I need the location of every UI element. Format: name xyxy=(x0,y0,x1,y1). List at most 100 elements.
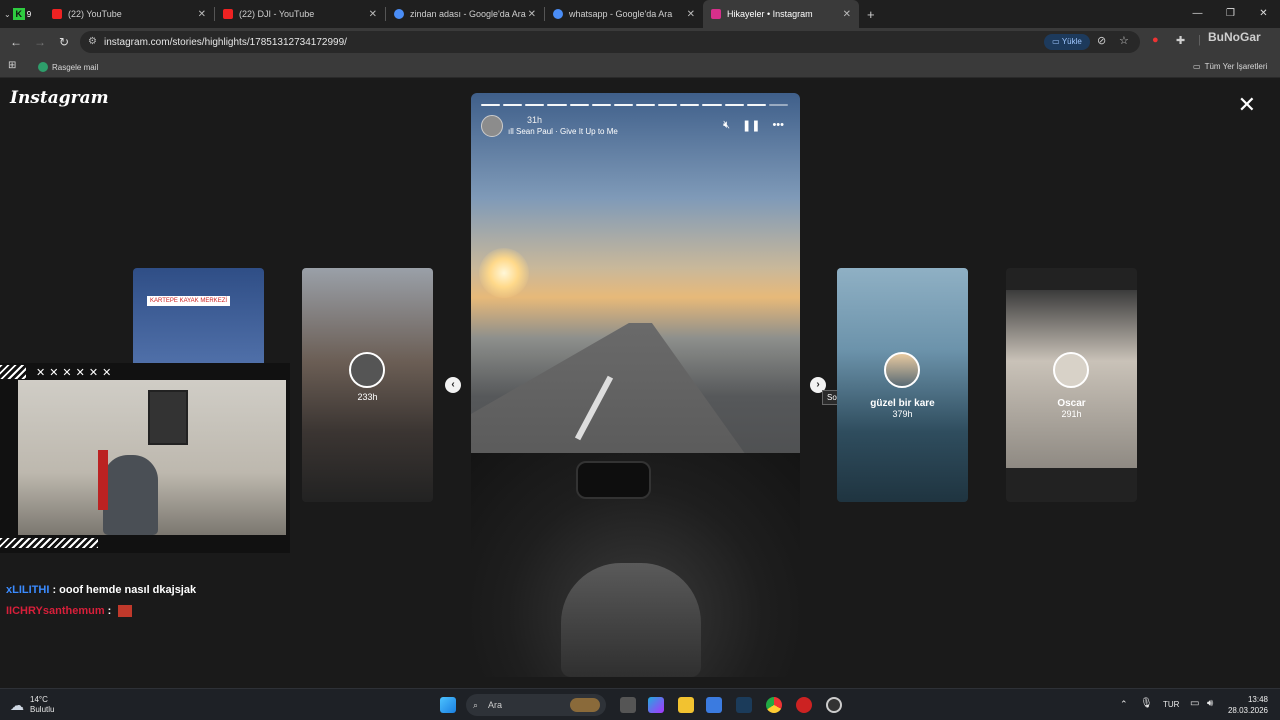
windows-start-icon[interactable] xyxy=(440,697,456,713)
profile-badge[interactable]: BuNoGar xyxy=(1208,30,1261,44)
story-controls: 🔇︎ ❚❚ ••• xyxy=(723,119,784,132)
decorative-hatch xyxy=(0,365,26,379)
close-window-icon[interactable]: ✕ xyxy=(1247,0,1280,28)
progress-segment xyxy=(591,104,611,106)
folder-icon: ▭ xyxy=(1193,62,1201,71)
tab-instagram[interactable]: Hikayeler • Instagram ✕ xyxy=(703,0,859,28)
bookmark-favicon-icon xyxy=(38,62,48,72)
upload-label: Yükle xyxy=(1061,37,1082,46)
close-icon[interactable]: ✕ xyxy=(198,9,206,20)
chevron-up-icon[interactable]: ⌃ xyxy=(1120,699,1128,710)
microphone-icon[interactable]: 🎙︎ xyxy=(1140,698,1153,709)
instagram-icon xyxy=(711,9,721,19)
close-icon[interactable]: ✕ xyxy=(843,9,851,20)
more-options-icon[interactable]: ••• xyxy=(772,119,784,132)
story-card-cafe[interactable]: 233h xyxy=(302,268,433,502)
bookmark-rasgele-mail[interactable]: Rasgele mail xyxy=(38,62,98,72)
forward-icon[interactable]: → xyxy=(28,35,52,49)
tab-search-button[interactable]: ⌄ K 9 xyxy=(0,0,44,28)
task-view-icon[interactable] xyxy=(620,697,636,713)
close-stories-icon[interactable]: ✕ xyxy=(1238,92,1256,118)
star-icon[interactable]: ☆ xyxy=(1119,34,1129,47)
site-info-icon[interactable]: ⚙ xyxy=(88,36,97,47)
tab-dji-youtube[interactable]: (22) DJI - YouTube ✕ xyxy=(215,0,385,28)
copilot-icon[interactable] xyxy=(648,697,664,713)
new-tab-button[interactable]: + xyxy=(859,0,889,28)
card-time: 233h xyxy=(357,392,378,402)
upload-button[interactable]: ▭ Yükle xyxy=(1044,34,1090,50)
tab-title: Hikayeler • Instagram xyxy=(727,9,813,19)
close-icon[interactable]: ✕ xyxy=(528,9,536,20)
story-music[interactable]: ıll Sean Paul · Give It Up to Me xyxy=(508,127,618,136)
obs-icon[interactable] xyxy=(826,697,842,713)
file-explorer-icon[interactable] xyxy=(678,697,694,713)
story-card-oscar[interactable]: Oscar 291h xyxy=(1006,268,1137,502)
progress-segment xyxy=(746,104,766,106)
decorative-hatch xyxy=(0,538,98,548)
tab-title: (22) DJI - YouTube xyxy=(239,9,315,19)
address-bar[interactable]: ⚙ instagram.com/stories/highlights/17851… xyxy=(80,31,1140,53)
k-app-icon: K xyxy=(12,8,25,20)
mute-icon[interactable]: 🔇︎ xyxy=(723,119,730,132)
story-progress-bar xyxy=(481,104,788,106)
puzzle-icon[interactable]: ✚ xyxy=(1176,34,1185,47)
close-icon[interactable]: ✕ xyxy=(369,9,377,20)
chat-username: IICHRYsanthemum xyxy=(6,605,105,617)
weather-desc: Bulutlu xyxy=(30,705,55,714)
tab-title: whatsapp - Google'da Ara xyxy=(569,9,673,19)
chat-text: : ooof hemde nasıl dkajsjak xyxy=(49,584,197,596)
chat-message: IICHRYsanthemum : xyxy=(6,605,133,618)
music-label: Sean Paul · Give It Up to Me xyxy=(516,127,618,136)
tab-google-whatsapp[interactable]: whatsapp - Google'da Ara ✕ xyxy=(545,0,703,28)
progress-segment xyxy=(503,104,523,106)
notification-badge-icon: 9 xyxy=(26,9,32,19)
weather-widget[interactable]: ☁ 14°C Bulutlu xyxy=(10,695,54,715)
extension-icon[interactable]: ● xyxy=(1152,34,1159,46)
apps-grid-icon[interactable]: ⊞ xyxy=(8,60,16,71)
all-bookmarks[interactable]: ▭ Tüm Yer İşaretleri xyxy=(1193,62,1267,71)
maximize-icon[interactable]: ❐ xyxy=(1214,0,1247,28)
chrome-icon[interactable] xyxy=(766,697,782,713)
volume-icon[interactable]: 🔊︎ xyxy=(1207,698,1213,709)
tab-google-zindan[interactable]: zindan adası - Google'da Ara ✕ xyxy=(386,0,544,28)
clock-time: 13:48 xyxy=(1247,695,1268,704)
story-banner: KARTEPE KAYAK MERKEZİ xyxy=(147,296,231,306)
story-viewer[interactable]: 31h ıll Sean Paul · Give It Up to Me 🔇︎ … xyxy=(471,93,800,677)
pause-icon[interactable]: ❚❚ xyxy=(742,119,760,132)
wall-art xyxy=(148,390,188,445)
story-card-guzel-bir-kare[interactable]: güzel bir kare 379h xyxy=(837,268,968,502)
eye-off-icon[interactable]: ⊘ xyxy=(1097,34,1106,47)
reload-icon[interactable]: ↻ xyxy=(52,35,76,49)
story-owner-avatar[interactable] xyxy=(481,115,503,137)
tab-youtube[interactable]: (22) YouTube ✕ xyxy=(44,0,214,28)
card-time: 291h xyxy=(1061,409,1082,419)
fuel-tank xyxy=(561,563,701,677)
youtube-icon xyxy=(52,9,62,19)
steam-icon[interactable] xyxy=(736,697,752,713)
language-indicator[interactable]: TUR xyxy=(1163,700,1179,709)
story-avatar xyxy=(884,352,920,388)
cloud-icon: ☁ xyxy=(10,696,24,713)
progress-segment xyxy=(569,104,589,106)
minimize-icon[interactable]: — xyxy=(1181,0,1214,28)
instagram-logo[interactable]: Instagram xyxy=(10,88,109,108)
webcam-overlay: ✕✕✕✕✕✕ xyxy=(0,363,300,553)
system-clock[interactable]: 13:48 28.03.2026 xyxy=(1228,694,1268,716)
instagram-stories-page: Instagram ✕ KARTEPE KAYAK MERKEZİ 233h 3… xyxy=(0,80,1280,688)
app-icon[interactable] xyxy=(796,697,812,713)
emote-icon xyxy=(118,605,133,618)
tab-bar: ⌄ K 9 (22) YouTube ✕ (22) DJI - YouTube … xyxy=(0,0,1280,28)
store-icon[interactable] xyxy=(706,697,722,713)
music-bars-icon: ıll xyxy=(508,127,516,136)
close-icon[interactable]: ✕ xyxy=(687,9,695,20)
back-icon[interactable]: ← xyxy=(4,35,28,49)
chevron-down-icon: ⌄ xyxy=(4,9,11,19)
taskbar-search[interactable]: ⌕ Ara xyxy=(466,694,606,716)
network-icon[interactable]: ▭ xyxy=(1190,698,1199,709)
google-icon xyxy=(553,9,563,19)
decorative-x-marks: ✕✕✕✕✕✕ xyxy=(36,367,116,379)
story-card-label: 233h xyxy=(302,392,433,402)
card-time: 379h xyxy=(892,409,913,419)
previous-story-button[interactable]: ‹ xyxy=(445,377,461,393)
progress-segment xyxy=(680,104,700,106)
